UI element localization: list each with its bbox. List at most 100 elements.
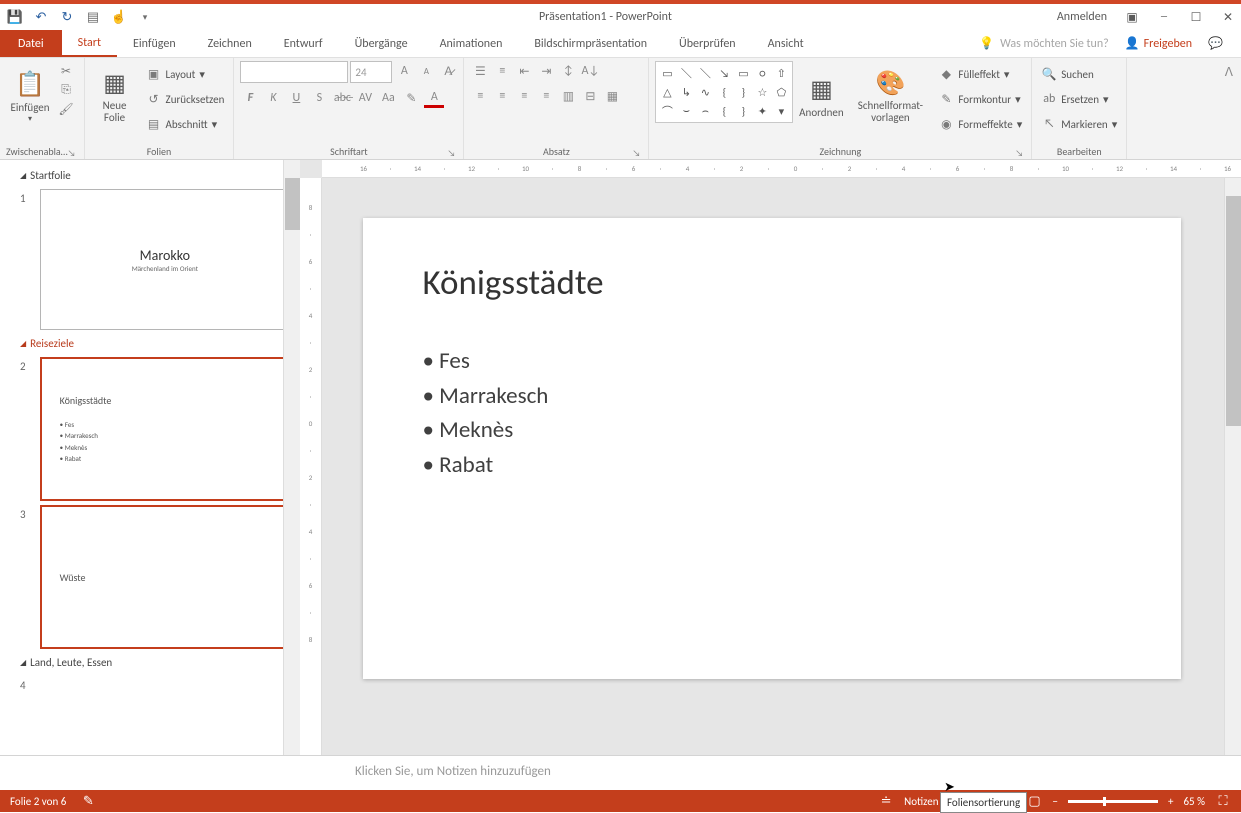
redo-icon[interactable]: ↻	[58, 8, 76, 26]
decrease-indent-icon[interactable]: ⇤	[514, 61, 534, 81]
edit-vertical-scrollbar[interactable]	[1224, 178, 1241, 755]
bold-icon[interactable]: F	[240, 88, 260, 108]
font-size-combo[interactable]	[350, 61, 392, 83]
bullets-icon[interactable]: ☰	[470, 61, 490, 81]
font-launcher-icon[interactable]: ↘	[447, 148, 457, 159]
align-left-icon[interactable]: ≡	[470, 86, 490, 106]
minimize-icon[interactable]: ─	[1157, 10, 1171, 24]
tab-slideshow[interactable]: Bildschirmpräsentation	[518, 30, 663, 57]
shadow-icon[interactable]: S	[309, 88, 329, 108]
shape-outline-button[interactable]: ✎Formkontur ▾	[935, 88, 1025, 110]
tab-file[interactable]: Datei	[0, 30, 62, 57]
smartart-icon[interactable]: ▦	[602, 86, 622, 106]
find-button[interactable]: 🔍Suchen	[1038, 63, 1120, 85]
slide-title[interactable]: Königsstädte	[423, 262, 1121, 304]
spelling-icon[interactable]: ✎	[80, 793, 96, 809]
shape-star-icon[interactable]: ☆	[753, 83, 771, 101]
section-header-1[interactable]: ◢Startfolie	[20, 166, 290, 185]
copy-icon[interactable]: ⎘	[58, 82, 74, 98]
align-text-icon[interactable]: ⊟	[580, 86, 600, 106]
ribbon-display-icon[interactable]: ▣	[1125, 10, 1139, 24]
shape-rect2-icon[interactable]: ▭	[734, 64, 752, 82]
tab-insert[interactable]: Einfügen	[117, 30, 192, 57]
slide-thumb-3[interactable]: Wüste	[40, 505, 290, 649]
maximize-icon[interactable]: ☐	[1189, 10, 1203, 24]
notes-toggle-icon[interactable]: ≐	[878, 793, 894, 809]
shape-arc-icon[interactable]: ⌒	[658, 102, 676, 120]
shape-oval-icon[interactable]: ○	[753, 64, 771, 82]
reset-button[interactable]: ↺Zurücksetzen	[143, 88, 228, 110]
shape-line2-icon[interactable]: ＼	[696, 64, 714, 82]
shape-curve-icon[interactable]: ∿	[696, 83, 714, 101]
notes-pane[interactable]: Klicken Sie, um Notizen hinzuzufügen	[0, 755, 1241, 790]
font-family-combo[interactable]	[240, 61, 348, 83]
line-spacing-icon[interactable]: ↕	[558, 61, 578, 81]
increase-font-icon[interactable]: A	[394, 61, 414, 81]
align-right-icon[interactable]: ≡	[514, 86, 534, 106]
paste-button[interactable]: 📋 Einfügen ▾	[6, 61, 54, 131]
shape-line-icon[interactable]: ＼	[677, 64, 695, 82]
tab-transitions[interactable]: Übergänge	[339, 30, 424, 57]
cut-icon[interactable]: ✂	[58, 63, 74, 79]
zoom-slider-thumb[interactable]	[1103, 797, 1106, 806]
qat-more-icon[interactable]: ▾	[136, 8, 154, 26]
shape-paren-icon[interactable]: {	[715, 102, 733, 120]
slide-count-label[interactable]: Folie 2 von 6	[10, 795, 66, 808]
undo-icon[interactable]: ↶	[32, 8, 50, 26]
clipboard-launcher-icon[interactable]: ↘	[68, 148, 78, 159]
underline-icon[interactable]: U	[286, 88, 306, 108]
section-header-3[interactable]: ◢Land, Leute, Essen	[20, 653, 290, 672]
arrange-button[interactable]: ▦ Anordnen	[797, 61, 845, 131]
thumbs-scrollbar[interactable]	[283, 160, 300, 755]
shape-arrow-icon[interactable]: ↘	[715, 64, 733, 82]
replace-button[interactable]: abErsetzen ▾	[1038, 88, 1120, 110]
font-color-icon[interactable]: A	[424, 88, 444, 108]
collapse-ribbon-icon[interactable]: ᐱ	[1225, 66, 1233, 80]
zoom-slider[interactable]	[1068, 800, 1158, 803]
italic-icon[interactable]: K	[263, 88, 283, 108]
highlight-icon[interactable]: ✎	[401, 88, 421, 108]
tab-view[interactable]: Ansicht	[752, 30, 820, 57]
touch-mode-icon[interactable]: ☝	[110, 8, 128, 26]
tab-draw[interactable]: Zeichnen	[192, 30, 268, 57]
shape-star2-icon[interactable]: ✦	[753, 102, 771, 120]
decrease-font-icon[interactable]: A	[416, 61, 436, 81]
horizontal-ruler[interactable]: 16·14·12·10·8·6·4·2·0·2·4·6·8·10·12·14·1…	[322, 160, 1241, 178]
share-button[interactable]: 👤 Freigeben	[1125, 36, 1192, 51]
thumbs-scroll-handle[interactable]	[285, 178, 300, 230]
shape-brace-icon[interactable]: {	[715, 83, 733, 101]
tab-design[interactable]: Entwurf	[268, 30, 339, 57]
select-button[interactable]: ↖Markieren ▾	[1038, 113, 1120, 135]
slide-thumb-2[interactable]: Königsstädte Fes Marrakesch Meknès Rabat	[40, 357, 290, 501]
numbering-icon[interactable]: ≡	[492, 61, 512, 81]
edit-scroll-handle[interactable]	[1226, 196, 1241, 426]
text-direction-icon[interactable]: A↓	[580, 61, 600, 81]
start-from-beginning-icon[interactable]: ▤	[84, 8, 102, 26]
tell-me-search[interactable]: 💡 Was möchten Sie tun?	[979, 36, 1109, 51]
shape-paren2-icon[interactable]: }	[734, 102, 752, 120]
increase-indent-icon[interactable]: ⇥	[536, 61, 556, 81]
slide-thumb-1[interactable]: Marokko Märchenland im Orient	[40, 189, 290, 330]
notes-toggle-label[interactable]: Notizen	[904, 795, 938, 808]
shape-fill-button[interactable]: ◆Fülleffekt ▾	[935, 63, 1025, 85]
new-slide-button[interactable]: ▦ Neue Folie	[91, 61, 139, 131]
shapes-gallery[interactable]: ▭＼＼↘▭○⇧ △↳∿{}☆⬠ ⌒⌣⌢{}✦▾	[655, 61, 793, 123]
spacing-icon[interactable]: AV	[355, 88, 375, 108]
slide-body[interactable]: Fes Marrakesch Meknès Rabat	[423, 344, 1121, 482]
zoom-out-icon[interactable]: −	[1053, 795, 1058, 808]
shape-effects-button[interactable]: ◉Formeffekte ▾	[935, 113, 1025, 135]
shape-arrow2-icon[interactable]: ⇧	[772, 64, 790, 82]
tab-home[interactable]: Start	[62, 30, 117, 57]
shape-arc2-icon[interactable]: ⌣	[677, 102, 695, 120]
shape-more-icon[interactable]: ▾	[772, 102, 790, 120]
strike-icon[interactable]: a̶b̶c̶	[332, 88, 352, 108]
close-icon[interactable]: ✕	[1221, 10, 1235, 24]
fit-to-window-icon[interactable]: ⛶	[1215, 793, 1231, 809]
login-link[interactable]: Anmelden	[1057, 10, 1107, 24]
shape-brace2-icon[interactable]: }	[734, 83, 752, 101]
vertical-ruler[interactable]: 8·6·4·2·0·2·4·6·8	[300, 178, 322, 755]
layout-button[interactable]: ▣Layout ▾	[143, 63, 228, 85]
quick-styles-button[interactable]: 🎨 Schnellformat- vorlagen	[849, 61, 931, 131]
clear-format-icon[interactable]: A̷	[438, 61, 458, 81]
shape-pentagon-icon[interactable]: ⬠	[772, 83, 790, 101]
